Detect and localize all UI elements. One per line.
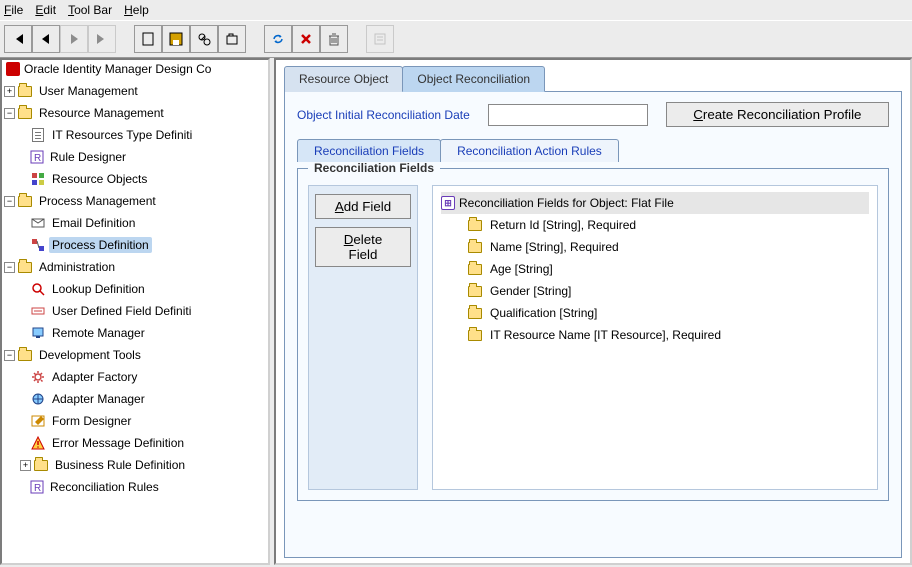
save-button[interactable] [162,25,190,53]
notes-button [366,25,394,53]
folder-icon [467,283,483,299]
toolbar [0,21,912,58]
expander-icon[interactable]: − [4,262,15,273]
recon-field-node[interactable]: Qualification [String] [441,302,869,324]
input-initial-recon-date[interactable] [488,104,648,126]
menu-help[interactable]: Help [124,3,149,17]
tree-node-process-definition[interactable]: Process Definition [2,234,268,256]
svg-text:R: R [34,483,41,494]
oracle-icon [6,62,20,76]
sub-tabs: Reconciliation Fields Reconciliation Act… [297,139,889,162]
resource-objects-icon [30,171,46,187]
main-tabs: Resource Object Object Reconciliation [284,66,902,92]
recon-field-node[interactable]: Age [String] [441,258,869,280]
field-icon [30,303,46,319]
subtab-reconciliation-action-rules[interactable]: Reconciliation Action Rules [440,139,619,162]
tree-node-form-designer[interactable]: Form Designer [2,410,268,432]
tree-node-adapter-factory[interactable]: Adapter Factory [2,366,268,388]
folder-icon [467,305,483,321]
tree-node-resource-management[interactable]: − Resource Management [2,102,268,124]
recon-field-node[interactable]: Return Id [String], Required [441,214,869,236]
sidebar-tree: Oracle Identity Manager Design Co + User… [0,58,270,565]
prev-record-button[interactable] [32,25,60,53]
adapter-manager-icon [30,391,46,407]
tree-node-remote-manager[interactable]: Remote Manager [2,322,268,344]
tree-node-development-tools[interactable]: − Development Tools [2,344,268,366]
tree-node-error-message-definition[interactable]: Error Message Definition [2,432,268,454]
expander-icon[interactable]: + [20,460,31,471]
recon-field-node[interactable]: Gender [String] [441,280,869,302]
tree-node-reconciliation-rules[interactable]: R Reconciliation Rules [2,476,268,498]
folder-icon [33,457,49,473]
folder-icon [17,259,33,275]
folder-icon [467,217,483,233]
sidebar-title-row: Oracle Identity Manager Design Co [2,60,268,78]
document-icon [30,127,46,143]
expander-icon[interactable]: − [4,108,15,119]
folder-icon [467,261,483,277]
create-recon-profile-button[interactable]: Create Reconciliation Profile [666,102,889,127]
tree-node-it-resources-type[interactable]: IT Resources Type Definiti [2,124,268,146]
folder-icon [467,239,483,255]
recon-root-node[interactable]: ⊞ Reconciliation Fields for Object: Flat… [441,192,869,214]
folder-icon [467,327,483,343]
search-button[interactable] [190,25,218,53]
tree-node-user-defined-field[interactable]: User Defined Field Definiti [2,300,268,322]
content-panel: Resource Object Object Reconciliation Ob… [274,58,912,565]
tree-node-business-rule-definition[interactable]: + Business Rule Definition [2,454,268,476]
warning-icon [30,435,46,451]
tree-node-email-definition[interactable]: Email Definition [2,212,268,234]
tree-node-adapter-manager[interactable]: Adapter Manager [2,388,268,410]
svg-text:R: R [34,153,41,164]
folder-icon [17,193,33,209]
tab-resource-object[interactable]: Resource Object [284,66,403,92]
magnify-icon [30,281,46,297]
gear-icon [30,369,46,385]
new-button[interactable] [134,25,162,53]
rule-icon: R [30,150,44,164]
delete-button[interactable] [292,25,320,53]
next-record-button [60,25,88,53]
label-initial-recon-date: Object Initial Reconciliation Date [297,108,470,122]
last-record-button [88,25,116,53]
menu-toolbar[interactable]: Tool Bar [68,3,112,17]
menubar: File Edit Tool Bar Help [0,0,912,21]
delete-field-button[interactable]: Delete Field [315,227,411,267]
refresh-button[interactable] [264,25,292,53]
expander-icon[interactable]: − [4,196,15,207]
menu-edit[interactable]: Edit [35,3,56,17]
reconciliation-root-icon: ⊞ [441,196,455,210]
trash-button[interactable] [320,25,348,53]
folder-icon [17,83,33,99]
tree-node-resource-objects[interactable]: Resource Objects [2,168,268,190]
subtab-reconciliation-fields[interactable]: Reconciliation Fields [297,139,441,162]
expander-icon[interactable]: − [4,350,15,361]
rule-icon: R [30,480,44,494]
expander-icon[interactable]: + [4,86,15,97]
tree-node-process-management[interactable]: − Process Management [2,190,268,212]
tree-node-user-management[interactable]: + User Management [2,80,268,102]
folder-icon [17,347,33,363]
recon-field-node[interactable]: IT Resource Name [IT Resource], Required [441,324,869,346]
remote-icon [30,325,46,341]
tree-node-rule-designer[interactable]: R Rule Designer [2,146,268,168]
form-designer-icon [30,413,46,429]
button-column: Add Field Delete Field [308,185,418,490]
fieldset-legend: Reconciliation Fields [308,161,440,175]
process-definition-icon [30,237,46,253]
menu-file[interactable]: File [4,3,23,17]
recon-field-node[interactable]: Name [String], Required [441,236,869,258]
tab-object-reconciliation[interactable]: Object Reconciliation [402,66,545,92]
tree-node-administration[interactable]: − Administration [2,256,268,278]
email-icon [30,215,46,231]
sidebar-title: Oracle Identity Manager Design Co [24,62,211,76]
reconciliation-fields-tree: ⊞ Reconciliation Fields for Object: Flat… [432,185,878,490]
folder-icon [17,105,33,121]
query-button[interactable] [218,25,246,53]
first-record-button[interactable] [4,25,32,53]
add-field-button[interactable]: Add Field [315,194,411,219]
tree-node-lookup-definition[interactable]: Lookup Definition [2,278,268,300]
